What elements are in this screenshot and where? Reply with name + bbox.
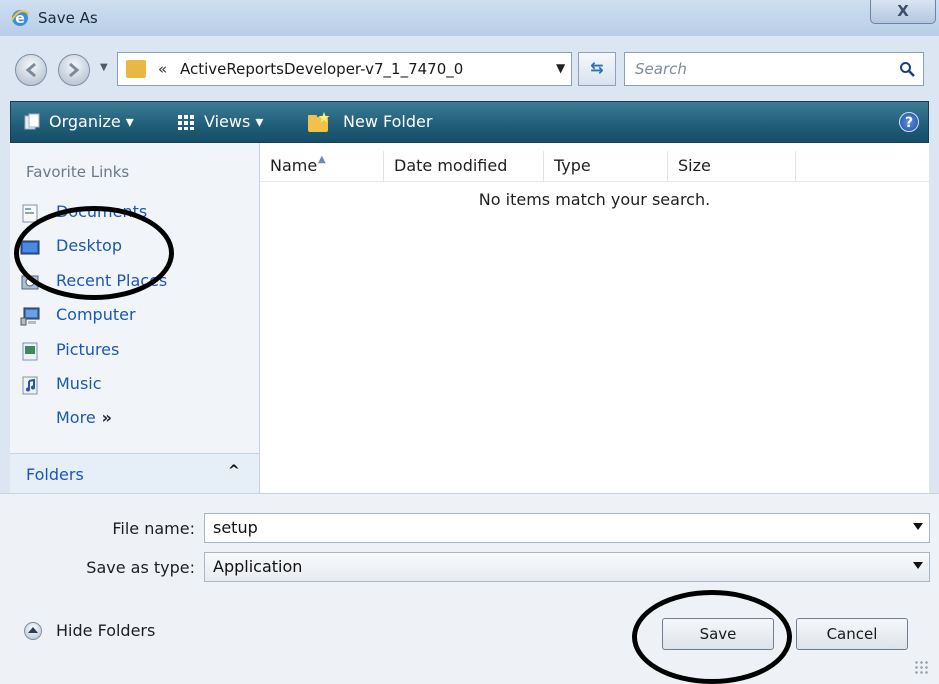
nav-link-label: Recent Places	[56, 271, 168, 290]
chevron-down-icon[interactable]	[913, 562, 923, 569]
column-header-name[interactable]: ▲ Name	[260, 151, 384, 181]
resize-grip[interactable]	[914, 660, 928, 674]
window-title: Save As	[38, 9, 98, 27]
new-folder-icon	[308, 112, 330, 132]
desktop-icon	[20, 240, 40, 255]
forward-arrow-icon	[69, 62, 80, 78]
internet-explorer-icon: e	[11, 10, 30, 27]
breadcrumb-path[interactable]: ActiveReportsDeveloper-v7_1_7470_0	[180, 60, 463, 78]
column-header-row: ▲ Name Date modified Type Size	[260, 151, 929, 182]
refresh-button[interactable]: ⇆	[578, 52, 616, 86]
breadcrumb-overflow[interactable]: «	[158, 60, 167, 78]
folder-icon	[126, 60, 146, 78]
column-header-label: Date modified	[394, 156, 508, 175]
cancel-button[interactable]: Cancel	[796, 618, 908, 650]
column-header-date-modified[interactable]: Date modified	[384, 151, 544, 181]
recent-pages-dropdown[interactable]: ▼	[100, 62, 112, 74]
address-bar[interactable]: « ActiveReportsDeveloper-v7_1_7470_0 ▼	[117, 52, 572, 86]
column-header-label: Name	[270, 156, 318, 175]
pictures-icon	[22, 342, 38, 361]
forward-button[interactable]	[58, 54, 90, 86]
folders-label: Folders	[26, 465, 84, 484]
save-as-type-select[interactable]: Application	[204, 552, 930, 582]
search-placeholder: Search	[635, 60, 687, 78]
music-icon	[22, 376, 38, 395]
save-as-type-value: Application	[213, 557, 303, 576]
save-as-type-label: Save as type:	[86, 558, 195, 577]
chevron-up-icon[interactable]: ^	[228, 463, 240, 479]
title-bar: e Save As X	[0, 0, 939, 36]
file-name-value: setup	[213, 518, 258, 537]
column-header-label: Size	[678, 156, 711, 175]
column-header-size[interactable]: Size	[668, 151, 796, 181]
organize-menu-button[interactable]: Organize ▾	[49, 102, 134, 142]
more-links-button[interactable]: More »	[56, 408, 112, 427]
search-icon[interactable]	[899, 61, 915, 77]
nav-link-label: Documents	[56, 202, 148, 221]
back-arrow-icon	[25, 62, 36, 78]
navigation-pane: Favorite Links Documents Desktop Recent …	[10, 143, 260, 493]
close-button[interactable]: X	[870, 0, 936, 24]
folders-toggle-bar[interactable]: Folders ^	[10, 453, 260, 493]
nav-link-label: Music	[56, 374, 102, 393]
save-button[interactable]: Save	[662, 618, 774, 650]
hide-folders-label: Hide Folders	[56, 621, 156, 640]
address-dropdown-icon[interactable]: ▼	[556, 61, 565, 75]
sort-ascending-icon: ▲	[318, 154, 326, 165]
nav-link-label: Desktop	[56, 236, 122, 255]
organize-icon	[24, 113, 40, 130]
new-folder-button[interactable]: New Folder	[343, 102, 432, 142]
favorite-links-heading: Favorite Links	[26, 163, 130, 181]
chevron-down-icon: ▼	[100, 62, 108, 73]
empty-list-message: No items match your search.	[478, 190, 711, 209]
search-input[interactable]: Search	[624, 52, 924, 86]
recent-places-icon	[21, 275, 39, 290]
column-header-label: Type	[554, 156, 591, 175]
nav-link-label: Computer	[56, 305, 136, 324]
column-header-type[interactable]: Type	[544, 151, 668, 181]
file-name-input[interactable]: setup	[204, 513, 930, 543]
views-icon	[178, 115, 194, 130]
help-icon[interactable]: ?	[899, 112, 919, 132]
nav-link-label: Pictures	[56, 340, 120, 359]
double-chevron-right-icon: »	[101, 408, 113, 427]
back-button[interactable]	[15, 54, 47, 86]
more-label: More	[56, 408, 96, 427]
file-list[interactable]: ▲ Name Date modified Type Size No items …	[260, 143, 929, 493]
file-name-label: File name:	[112, 519, 195, 538]
save-as-dialog: p e Save As X ▼ « ActiveReportsDeveloper…	[0, 0, 939, 684]
collapse-up-icon	[24, 622, 42, 640]
views-menu-button[interactable]: Views ▾	[204, 102, 263, 142]
chevron-down-icon[interactable]	[913, 523, 923, 530]
refresh-icon: ⇆	[590, 58, 604, 77]
computer-icon	[20, 307, 40, 326]
command-toolbar: Organize ▾ Views ▾ New Folder ?	[10, 101, 929, 143]
documents-icon	[22, 204, 38, 223]
